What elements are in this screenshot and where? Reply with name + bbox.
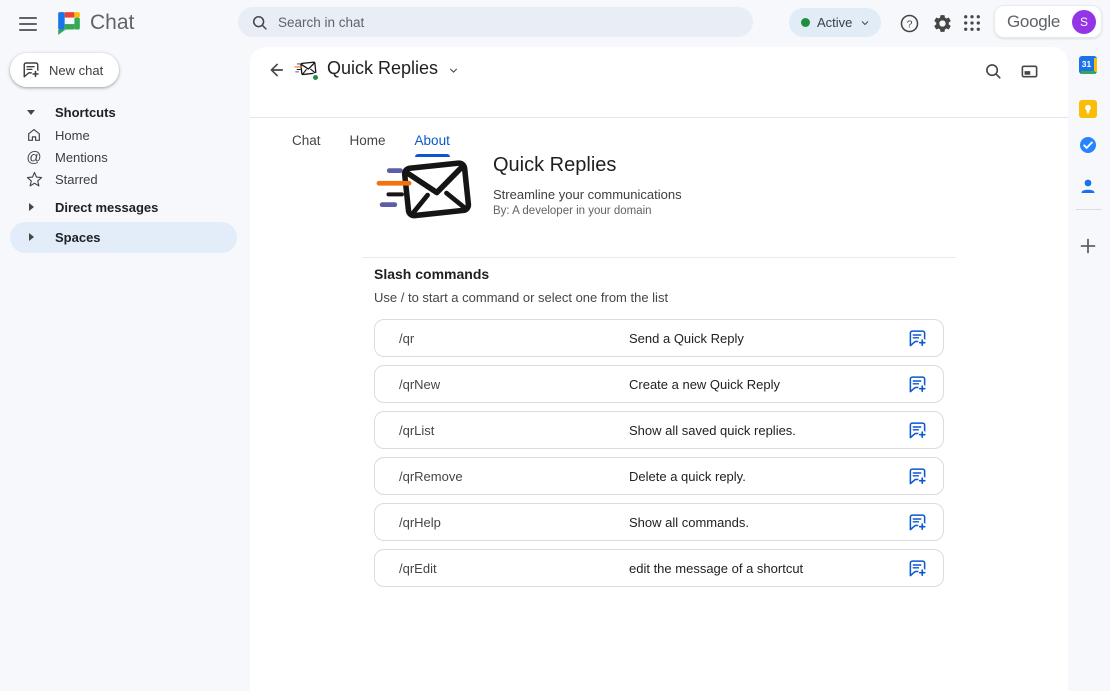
message-plus-icon bbox=[908, 375, 927, 394]
google-chat-logo-icon bbox=[56, 10, 82, 36]
main-panel: Quick Replies Chat Home About Quick Repl… bbox=[250, 47, 1068, 691]
command-name: /qrEdit bbox=[399, 561, 437, 576]
search-bar[interactable] bbox=[238, 7, 753, 37]
sidebar-item-home[interactable]: Home bbox=[0, 123, 248, 147]
message-plus-icon bbox=[908, 467, 927, 486]
app-avatar bbox=[294, 56, 318, 80]
keep-icon[interactable] bbox=[1079, 100, 1099, 120]
search-input[interactable] bbox=[278, 15, 698, 30]
status-label: Active bbox=[817, 15, 852, 30]
new-chat-label: New chat bbox=[49, 63, 103, 78]
main-menu-icon[interactable] bbox=[16, 12, 40, 36]
star-icon bbox=[25, 170, 43, 188]
google-wordmark: Google bbox=[1007, 12, 1060, 32]
message-plus-icon bbox=[908, 559, 927, 578]
status-selector[interactable]: Active bbox=[789, 8, 881, 37]
new-chat-icon bbox=[22, 61, 40, 79]
product-name: Chat bbox=[90, 11, 134, 35]
message-plus-icon bbox=[908, 421, 927, 440]
get-add-ons-plus-icon[interactable] bbox=[1079, 237, 1099, 257]
slash-commands-title: Slash commands bbox=[374, 266, 489, 282]
search-in-conversation-icon[interactable] bbox=[982, 60, 1004, 82]
command-row-qrnew[interactable]: /qrNew Create a new Quick Reply bbox=[374, 365, 944, 403]
sidebar-item-label: Starred bbox=[55, 172, 98, 187]
tasks-icon[interactable] bbox=[1079, 136, 1099, 156]
sidebar-section-direct-messages[interactable]: Direct messages bbox=[0, 195, 248, 219]
top-bar: Chat Active ? Google S bbox=[0, 0, 1110, 47]
command-description: edit the message of a shortcut bbox=[629, 561, 803, 576]
calendar-icon[interactable]: 31 bbox=[1079, 56, 1099, 76]
sidebar-item-label: Home bbox=[55, 128, 90, 143]
side-panel-divider bbox=[1076, 209, 1102, 210]
sidebar-item-starred[interactable]: Starred bbox=[0, 167, 248, 191]
header-divider bbox=[250, 117, 1068, 118]
google-chat-app: Chat Active ? Google S New bbox=[0, 0, 1110, 691]
command-name: /qrList bbox=[399, 423, 434, 438]
back-arrow-icon[interactable] bbox=[264, 57, 290, 83]
section-divider bbox=[362, 257, 956, 258]
command-row-qr[interactable]: /qr Send a Quick Reply bbox=[374, 319, 944, 357]
tab-chat[interactable]: Chat bbox=[292, 133, 321, 157]
expand-caret-icon[interactable] bbox=[29, 233, 34, 241]
command-name: /qrHelp bbox=[399, 515, 441, 530]
command-row-qrlist[interactable]: /qrList Show all saved quick replies. bbox=[374, 411, 944, 449]
svg-text:?: ? bbox=[906, 18, 912, 30]
spaces-section-label: Spaces bbox=[55, 230, 101, 245]
contacts-icon[interactable] bbox=[1079, 177, 1099, 197]
page-title: Quick Replies bbox=[327, 58, 438, 79]
sidebar-section-spaces[interactable]: Spaces bbox=[10, 222, 237, 253]
active-status-dot-icon bbox=[801, 18, 810, 27]
command-description: Send a Quick Reply bbox=[629, 331, 744, 346]
home-icon bbox=[25, 126, 43, 144]
sidebar-section-shortcuts[interactable]: Shortcuts bbox=[0, 100, 248, 124]
mentions-at-icon: @ bbox=[25, 148, 43, 166]
message-plus-icon bbox=[908, 329, 927, 348]
app-byline: By: A developer in your domain bbox=[493, 205, 652, 217]
chevron-down-icon[interactable] bbox=[447, 64, 460, 77]
workspace-side-panel: 31 bbox=[1068, 0, 1110, 691]
new-chat-button[interactable]: New chat bbox=[10, 53, 119, 87]
collapse-caret-icon[interactable] bbox=[27, 110, 35, 115]
open-in-new-window-icon[interactable] bbox=[1018, 60, 1040, 82]
quick-replies-logo-icon bbox=[375, 147, 478, 229]
message-plus-icon bbox=[908, 513, 927, 532]
sidebar-item-label: Mentions bbox=[55, 150, 108, 165]
expand-caret-icon[interactable] bbox=[29, 203, 34, 211]
app-tagline: Streamline your communications bbox=[493, 187, 682, 202]
shortcuts-section-label: Shortcuts bbox=[55, 105, 116, 120]
command-description: Show all commands. bbox=[629, 515, 749, 530]
presence-dot-icon bbox=[311, 73, 320, 82]
search-icon bbox=[251, 14, 268, 31]
command-name: /qrRemove bbox=[399, 469, 463, 484]
help-icon[interactable]: ? bbox=[897, 11, 921, 35]
direct-messages-section-label: Direct messages bbox=[55, 200, 158, 215]
command-description: Show all saved quick replies. bbox=[629, 423, 796, 438]
command-row-qredit[interactable]: /qrEdit edit the message of a shortcut bbox=[374, 549, 944, 587]
app-name: Quick Replies bbox=[493, 154, 616, 177]
command-row-qrhelp[interactable]: /qrHelp Show all commands. bbox=[374, 503, 944, 541]
command-row-qrremove[interactable]: /qrRemove Delete a quick reply. bbox=[374, 457, 944, 495]
command-description: Delete a quick reply. bbox=[629, 469, 746, 484]
chevron-down-icon bbox=[859, 17, 871, 29]
command-name: /qrNew bbox=[399, 377, 440, 392]
command-name: /qr bbox=[399, 331, 414, 346]
slash-commands-subtitle: Use / to start a command or select one f… bbox=[374, 290, 668, 305]
settings-gear-icon[interactable] bbox=[930, 11, 954, 35]
google-apps-grid-icon[interactable] bbox=[960, 11, 984, 35]
command-description: Create a new Quick Reply bbox=[629, 377, 780, 392]
sidebar-item-mentions[interactable]: @ Mentions bbox=[0, 145, 248, 169]
